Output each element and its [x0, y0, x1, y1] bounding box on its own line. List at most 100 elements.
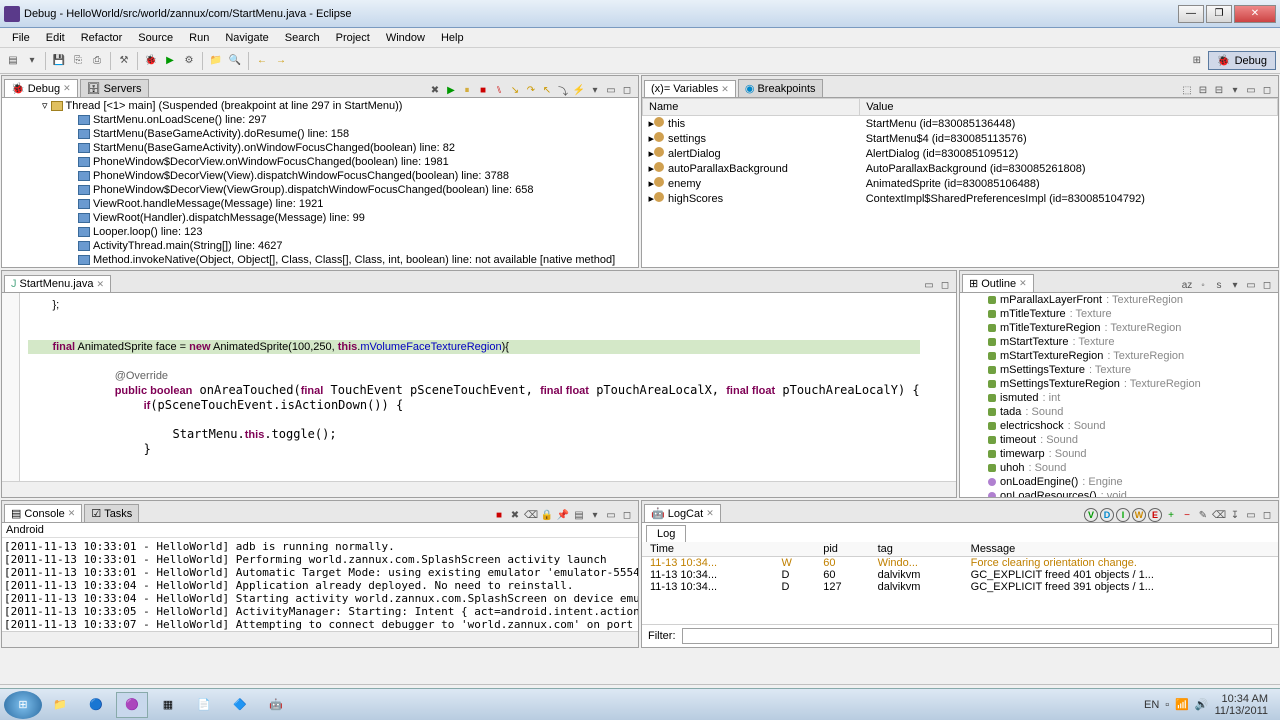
remove-filter-icon[interactable]: − — [1180, 508, 1194, 522]
maximize-icon[interactable]: ◻ — [938, 278, 952, 292]
ext-tools-icon[interactable]: ⚙ — [180, 52, 198, 70]
outline-item[interactable]: uhoh : Sound — [960, 461, 1278, 475]
terminate-icon[interactable]: ■ — [476, 83, 490, 97]
editor-ruler[interactable] — [2, 293, 20, 481]
run-icon[interactable]: ▶ — [161, 52, 179, 70]
hide-static-icon[interactable]: s — [1212, 278, 1226, 292]
tab-outline[interactable]: ⊞Outline✕ — [962, 274, 1034, 292]
step-over-icon[interactable]: ↷ — [524, 83, 538, 97]
close-button[interactable]: ✕ — [1234, 5, 1276, 23]
outline-item[interactable]: tada : Sound — [960, 405, 1278, 419]
close-icon[interactable]: ✕ — [1019, 278, 1027, 289]
save-all-icon[interactable]: ⎘ — [69, 52, 87, 70]
logcat-output[interactable]: TimepidtagMessage 11-13 10:34...W60Windo… — [642, 542, 1278, 624]
outline-item[interactable]: timeout : Sound — [960, 433, 1278, 447]
display-console-icon[interactable]: ▤ — [572, 508, 586, 522]
outline-item[interactable]: mTitleTextureRegion : TextureRegion — [960, 321, 1278, 335]
outline-item[interactable]: mTitleTexture : Texture — [960, 307, 1278, 321]
menu-run[interactable]: Run — [181, 30, 217, 46]
eclipse-task-icon[interactable]: 🟣 — [116, 692, 148, 718]
tab-editor-file[interactable]: JStartMenu.java✕ — [4, 275, 111, 292]
minimize-icon[interactable]: ▭ — [604, 83, 618, 97]
filter-input[interactable] — [682, 628, 1273, 644]
outline-item[interactable]: onLoadEngine() : Engine — [960, 475, 1278, 489]
code-content[interactable]: }; final AnimatedSprite face = new Anima… — [20, 293, 928, 481]
explorer-icon[interactable]: 📁 — [44, 692, 76, 718]
add-filter-icon[interactable]: + — [1164, 508, 1178, 522]
maximize-button[interactable]: ❐ — [1206, 5, 1232, 23]
scroll-lock-icon[interactable]: 🔒 — [540, 508, 554, 522]
outline-item[interactable]: electricshock : Sound — [960, 419, 1278, 433]
step-filters-icon[interactable]: ⚡ — [572, 83, 586, 97]
tray-flag-icon[interactable]: ▫ — [1165, 699, 1169, 711]
save-icon[interactable]: 💾 — [50, 52, 68, 70]
nav-fwd-icon[interactable]: → — [272, 52, 290, 70]
view-menu-icon[interactable]: ▾ — [1228, 83, 1242, 97]
step-return-icon[interactable]: ↖ — [540, 83, 554, 97]
step-into-icon[interactable]: ↘ — [508, 83, 522, 97]
minimize-icon[interactable]: ▭ — [604, 508, 618, 522]
debug-icon[interactable]: 🐞 — [142, 52, 160, 70]
tray-time[interactable]: 10:34 AM — [1215, 693, 1268, 705]
chrome-icon[interactable]: 🔵 — [80, 692, 112, 718]
outline-item[interactable]: ismuted : int — [960, 391, 1278, 405]
log-subtab[interactable]: Log — [646, 525, 686, 542]
android-icon[interactable]: 🤖 — [260, 692, 292, 718]
nav-back-icon[interactable]: ← — [253, 52, 271, 70]
terminate-icon[interactable]: ■ — [492, 508, 506, 522]
sort-icon[interactable]: az — [1180, 278, 1194, 292]
logical-struct-icon[interactable]: ⊟ — [1196, 83, 1210, 97]
tray-lang[interactable]: EN — [1144, 699, 1159, 711]
tab-servers[interactable]: 🗄Servers — [80, 79, 149, 97]
suspend-icon[interactable]: ⏸ — [460, 83, 474, 97]
dropdown-icon[interactable]: ▾ — [23, 52, 41, 70]
pin-console-icon[interactable]: 📌 — [556, 508, 570, 522]
open-type-icon[interactable]: 📁 — [207, 52, 225, 70]
tab-breakpoints[interactable]: ◉Breakpoints — [738, 79, 823, 97]
close-icon[interactable]: ✕ — [96, 279, 104, 290]
export-log-icon[interactable]: ↧ — [1228, 508, 1242, 522]
clear-console-icon[interactable]: ⌫ — [524, 508, 538, 522]
scrollbar[interactable] — [2, 481, 956, 497]
close-icon[interactable]: ✕ — [706, 508, 714, 519]
show-type-icon[interactable]: ⬚ — [1180, 83, 1194, 97]
tab-variables[interactable]: (x)=Variables✕ — [644, 80, 736, 97]
minimize-button[interactable]: — — [1178, 5, 1204, 23]
minimize-icon[interactable]: ▭ — [1244, 508, 1258, 522]
open-perspective-icon[interactable]: ⊞ — [1188, 51, 1206, 69]
menu-file[interactable]: File — [4, 30, 38, 46]
maximize-icon[interactable]: ◻ — [1260, 508, 1274, 522]
debug-stack[interactable]: ▿Thread [<1> main] (Suspended (breakpoin… — [2, 98, 638, 267]
search-icon[interactable]: 🔍 — [226, 52, 244, 70]
print-icon[interactable]: ⎙ — [88, 52, 106, 70]
disconnect-icon[interactable]: ⑊ — [492, 83, 506, 97]
resume-icon[interactable]: ▶ — [444, 83, 458, 97]
edit-filter-icon[interactable]: ✎ — [1196, 508, 1210, 522]
tab-logcat[interactable]: 🤖LogCat✕ — [644, 504, 721, 522]
minimize-icon[interactable]: ▭ — [1244, 278, 1258, 292]
outline-item[interactable]: mSettingsTextureRegion : TextureRegion — [960, 377, 1278, 391]
menu-help[interactable]: Help — [433, 30, 472, 46]
remove-launch-icon[interactable]: ✖ — [508, 508, 522, 522]
maximize-icon[interactable]: ◻ — [620, 83, 634, 97]
log-info-icon[interactable]: I — [1116, 508, 1130, 522]
outline-item[interactable]: mParallaxLayerFront : TextureRegion — [960, 293, 1278, 307]
log-debug-icon[interactable]: D — [1100, 508, 1114, 522]
log-warn-icon[interactable]: W — [1132, 508, 1146, 522]
app-icon[interactable]: ▦ — [152, 692, 184, 718]
view-menu-icon[interactable]: ▾ — [588, 83, 602, 97]
outline-tree[interactable]: mParallaxLayerFront : TextureRegionmTitl… — [960, 293, 1278, 497]
open-console-icon[interactable]: ▾ — [588, 508, 602, 522]
clear-log-icon[interactable]: ⌫ — [1212, 508, 1226, 522]
maximize-icon[interactable]: ◻ — [1260, 278, 1274, 292]
tab-tasks[interactable]: ☑Tasks — [84, 504, 139, 522]
perspective-debug-button[interactable]: 🐞 Debug — [1208, 51, 1276, 70]
minimize-icon[interactable]: ▭ — [1244, 83, 1258, 97]
log-verbose-icon[interactable]: V — [1084, 508, 1098, 522]
close-icon[interactable]: ✕ — [721, 84, 729, 95]
hide-fields-icon[interactable]: ◦ — [1196, 278, 1210, 292]
code-editor[interactable]: }; final AnimatedSprite face = new Anima… — [2, 293, 956, 481]
menu-refactor[interactable]: Refactor — [73, 30, 131, 46]
view-menu-icon[interactable]: ▾ — [1228, 278, 1242, 292]
variables-table[interactable]: NameValue ▸thisStartMenu (id=83008513644… — [642, 98, 1278, 267]
